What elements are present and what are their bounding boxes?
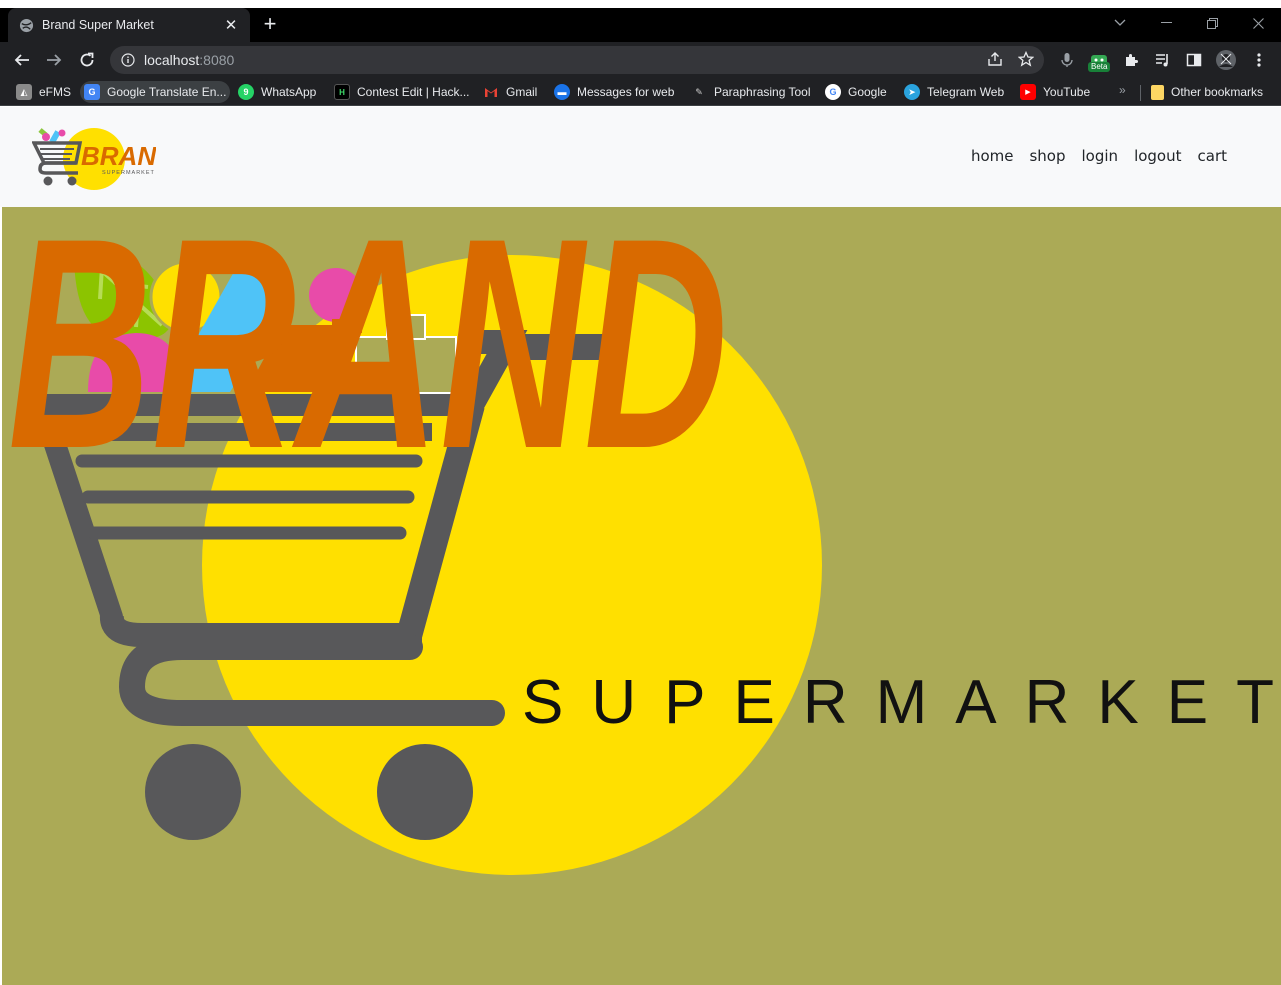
- google-icon: G: [825, 84, 841, 100]
- hackerearth-icon: H: [334, 84, 350, 100]
- bookmark-youtube[interactable]: ▶ YouTube: [1016, 81, 1094, 103]
- bookmark-label: Google Translate En...: [107, 85, 227, 99]
- gmail-icon: [483, 84, 499, 100]
- page-viewport: BRAND SUPERMARKET home shop login logout…: [0, 107, 1281, 985]
- reload-icon[interactable]: [75, 48, 99, 72]
- google-translate-icon: G: [84, 84, 100, 100]
- bookmark-label: Telegram Web: [927, 85, 1005, 99]
- bookmark-telegram[interactable]: ➤ Telegram Web: [900, 81, 1008, 103]
- close-window-button[interactable]: [1235, 8, 1281, 38]
- browser-titlebar: Brand Super Market ✕ +: [0, 8, 1281, 42]
- chrome-menu-icon[interactable]: [1247, 48, 1271, 72]
- bookmark-label: Gmail: [506, 85, 538, 99]
- nav-home-link[interactable]: home: [971, 147, 1014, 165]
- media-controls-icon[interactable]: [1151, 48, 1175, 72]
- side-panel-icon[interactable]: [1182, 48, 1206, 72]
- primary-nav: home shop login logout cart: [971, 147, 1227, 165]
- extensions-puzzle-icon[interactable]: [1119, 48, 1143, 72]
- efms-icon: ◭: [16, 84, 32, 100]
- bookmark-google[interactable]: G Google: [821, 81, 891, 103]
- quillbot-icon: ✎: [695, 86, 703, 97]
- bookmark-star-icon[interactable]: [1015, 48, 1037, 70]
- beta-badge: Beta: [1088, 62, 1111, 72]
- close-tab-icon[interactable]: ✕: [222, 16, 240, 34]
- hero-tagline: SUPERMARKET: [522, 668, 1281, 737]
- new-tab-button[interactable]: +: [258, 13, 282, 37]
- profile-avatar-icon[interactable]: [1214, 48, 1238, 72]
- site-navbar: BRAND SUPERMARKET home shop login logout…: [0, 107, 1281, 207]
- bookmark-label: eFMS: [39, 85, 72, 99]
- bookmark-paraphrasing-tool[interactable]: ✎ Paraphrasing Tool: [687, 81, 815, 103]
- bookmark-label: Contest Edit | Hack...: [357, 85, 470, 99]
- cart-wheel-right: [377, 744, 473, 840]
- bookmarks-bar: ◭ eFMS G Google Translate En... 9 WhatsA…: [0, 78, 1281, 106]
- tab-title: Brand Super Market: [42, 18, 154, 32]
- bookmark-label: Messages for web: [577, 85, 675, 99]
- whatsapp-icon: 9: [238, 84, 254, 100]
- nav-cart-link[interactable]: cart: [1198, 147, 1228, 165]
- bookmarks-divider: [1140, 85, 1141, 101]
- bookmark-contest-edit[interactable]: H Contest Edit | Hack...: [330, 81, 474, 103]
- hero-brand-wordmark: BRAND: [8, 207, 728, 497]
- logo-sub-text: SUPERMARKET: [102, 170, 155, 176]
- bookmark-messages[interactable]: ▬ Messages for web: [550, 81, 678, 103]
- hero-brand-text: BRAND: [8, 207, 728, 497]
- bookmark-label: Google: [848, 85, 887, 99]
- more-bookmarks-chevron[interactable]: »: [1119, 83, 1126, 97]
- brand-logo[interactable]: BRAND SUPERMARKET: [31, 125, 175, 191]
- bookmark-label: WhatsApp: [261, 85, 317, 99]
- bookmark-efms[interactable]: ◭ eFMS: [12, 81, 75, 103]
- bookmark-whatsapp[interactable]: 9 WhatsApp: [234, 81, 320, 103]
- restore-button[interactable]: [1189, 8, 1235, 38]
- back-arrow-icon[interactable]: [10, 48, 34, 72]
- site-info-icon[interactable]: [120, 52, 136, 68]
- url-port: :8080: [199, 52, 235, 68]
- bookmark-label: YouTube: [1043, 85, 1091, 99]
- other-bookmarks-folder[interactable]: Other bookmarks: [1147, 81, 1267, 103]
- telegram-icon: ➤: [904, 84, 920, 100]
- browser-toolbar: localhost :8080 Beta: [0, 42, 1281, 78]
- globe-icon: [18, 17, 34, 33]
- nav-login-link[interactable]: login: [1082, 147, 1119, 165]
- bookmark-label: Paraphrasing Tool: [714, 85, 811, 99]
- logo-brand-text: BRAND: [81, 141, 156, 171]
- browser-tab[interactable]: Brand Super Market ✕: [8, 8, 250, 42]
- url-host: localhost: [144, 52, 200, 68]
- other-bookmarks-label: Other bookmarks: [1171, 85, 1264, 99]
- address-bar[interactable]: localhost :8080: [110, 46, 1044, 74]
- forward-arrow-icon[interactable]: [42, 48, 66, 72]
- folder-icon: [1151, 84, 1164, 100]
- hero-banner: BRAND SUPERMARKET: [2, 207, 1281, 985]
- window-top-edge: [0, 0, 1281, 8]
- messages-icon: ▬: [554, 84, 570, 100]
- minimize-button[interactable]: [1143, 8, 1189, 38]
- share-icon[interactable]: [984, 48, 1006, 70]
- tab-search-icon[interactable]: [1097, 8, 1143, 38]
- bookmark-google-translate[interactable]: G Google Translate En...: [80, 81, 231, 103]
- microphone-icon[interactable]: [1055, 48, 1079, 72]
- nav-shop-link[interactable]: shop: [1029, 147, 1065, 165]
- bookmark-gmail[interactable]: Gmail: [479, 81, 541, 103]
- nav-logout-link[interactable]: logout: [1134, 147, 1181, 165]
- cart-wheel-left: [145, 744, 241, 840]
- youtube-icon: ▶: [1020, 84, 1036, 100]
